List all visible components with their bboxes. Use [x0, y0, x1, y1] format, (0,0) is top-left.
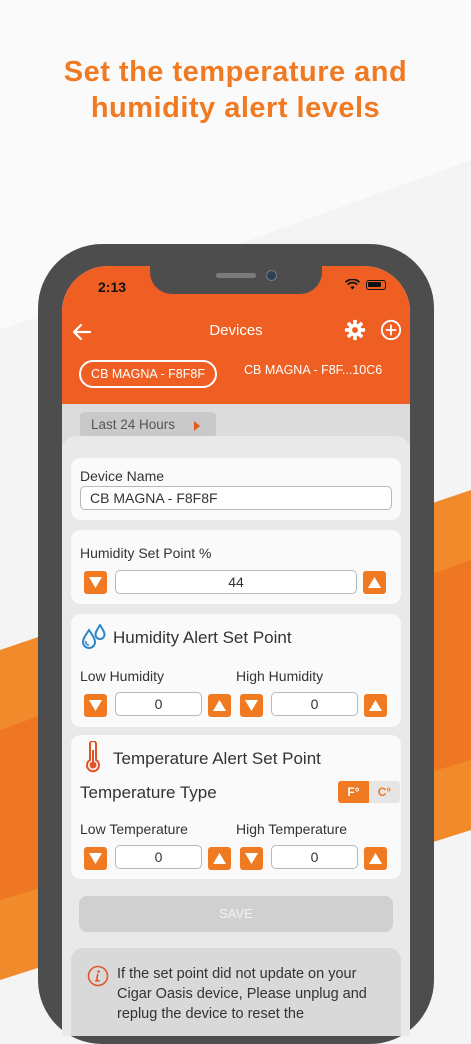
triangle-up-icon — [369, 853, 382, 864]
triangle-down-icon — [89, 700, 102, 711]
device-tab-active[interactable]: CB MAGNA - F8F8F — [79, 360, 217, 388]
temperature-alert-title: Temperature Alert Set Point — [113, 749, 321, 768]
low-humidity-input[interactable]: 0 — [115, 692, 202, 716]
high-temperature-increase-button[interactable] — [364, 847, 387, 870]
humidity-set-point-increase-button[interactable] — [363, 571, 386, 594]
low-humidity-increase-button[interactable] — [208, 694, 231, 717]
high-humidity-label: High Humidity — [236, 668, 324, 684]
triangle-up-icon — [213, 700, 226, 711]
device-name-label: Device Name — [80, 468, 165, 484]
unit-celsius-button[interactable]: C° — [369, 781, 400, 803]
save-button[interactable]: SAVE — [79, 896, 393, 932]
triangle-up-icon — [368, 577, 381, 588]
low-temperature-label: Low Temperature — [80, 821, 188, 837]
headline-line-2: humidity alert levels — [90, 92, 381, 124]
triangle-down-icon — [89, 853, 102, 864]
humidity-set-point-label: Humidity Set Point % — [80, 545, 212, 561]
temperature-type-label: Temperature Type — [80, 783, 217, 802]
battery-icon — [366, 279, 386, 290]
settings-sheet: Device Name CB MAGNA - F8F8F Humidity Se… — [62, 436, 410, 1036]
low-temperature-input[interactable]: 0 — [115, 845, 202, 869]
gear-icon[interactable] — [344, 319, 366, 341]
plus-circle-icon[interactable] — [380, 319, 402, 341]
high-temperature-input[interactable]: 0 — [271, 845, 358, 869]
status-icons — [345, 279, 386, 290]
thermometer-icon — [86, 741, 100, 773]
triangle-down-icon — [245, 700, 258, 711]
low-temperature-decrease-button[interactable] — [84, 847, 107, 870]
humidity-alert-title: Humidity Alert Set Point — [113, 628, 292, 647]
camera-icon — [266, 270, 277, 281]
high-humidity-decrease-button[interactable] — [240, 694, 263, 717]
low-humidity-decrease-button[interactable] — [84, 694, 107, 717]
page-headline: Set the temperature and humidity alert l… — [0, 54, 471, 126]
humidity-set-point-card: Humidity Set Point % 44 — [71, 530, 401, 604]
triangle-down-icon — [89, 577, 102, 588]
device-tabs: CB MAGNA - F8F8F CB MAGNA - F8F...10C6 — [62, 358, 410, 392]
high-humidity-increase-button[interactable] — [364, 694, 387, 717]
info-notice-text: If the set point did not update on your … — [117, 966, 367, 1022]
wifi-icon — [345, 279, 360, 290]
humidity-alert-card: Humidity Alert Set Point Low Humidity Hi… — [71, 614, 401, 727]
info-icon — [87, 965, 109, 987]
app-header: 2:13 Devices CB MAGNA - F8F8F CB MAGNA -… — [62, 266, 410, 404]
humidity-set-point-input[interactable]: 44 — [115, 570, 357, 594]
low-humidity-label: Low Humidity — [80, 668, 165, 684]
temperature-unit-toggle: F° C° — [338, 781, 400, 803]
device-tab[interactable]: CB MAGNA - F8F...10C6 — [244, 363, 382, 377]
phone-screen: 2:13 Devices CB MAGNA - F8F8F CB MAGNA -… — [62, 266, 410, 1036]
phone-notch — [150, 266, 322, 294]
device-name-input[interactable]: CB MAGNA - F8F8F — [80, 486, 392, 510]
unit-fahrenheit-button[interactable]: F° — [338, 781, 369, 803]
device-name-card: Device Name CB MAGNA - F8F8F — [71, 458, 401, 520]
triangle-up-icon — [213, 853, 226, 864]
info-notice: If the set point did not update on your … — [71, 948, 401, 1036]
water-drops-icon — [81, 624, 106, 649]
speaker-grille — [216, 273, 256, 278]
humidity-set-point-decrease-button[interactable] — [84, 571, 107, 594]
triangle-up-icon — [369, 700, 382, 711]
high-temperature-decrease-button[interactable] — [240, 847, 263, 870]
headline-line-1: Set the temperature and — [63, 56, 408, 88]
high-temperature-label: High Temperature — [236, 821, 348, 837]
low-temperature-increase-button[interactable] — [208, 847, 231, 870]
temperature-alert-card: Temperature Alert Set Point Temperature … — [71, 735, 401, 879]
caret-right-icon — [194, 421, 200, 431]
high-humidity-input[interactable]: 0 — [271, 692, 358, 716]
status-time: 2:13 — [98, 279, 127, 295]
triangle-down-icon — [245, 853, 258, 864]
